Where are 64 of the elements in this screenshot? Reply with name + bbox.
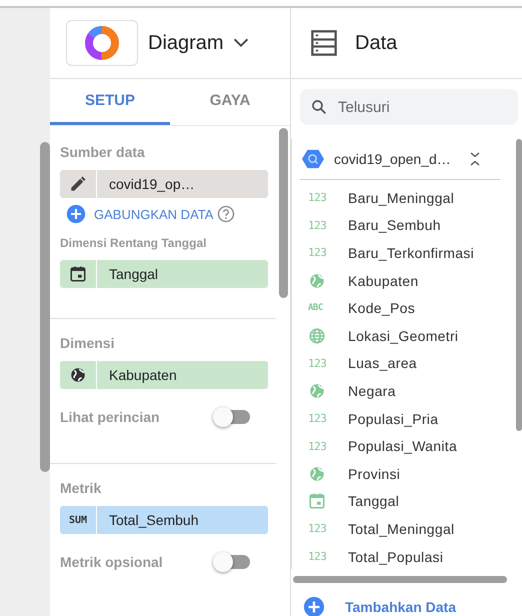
field-item[interactable]: ABC Kode_Pos bbox=[292, 294, 512, 322]
tab[interactable]: SETUP bbox=[50, 79, 170, 125]
pencil-icon bbox=[69, 175, 87, 193]
type-label: 123 bbox=[308, 412, 326, 426]
scrollbar[interactable] bbox=[279, 128, 288, 298]
type-label: 123 bbox=[308, 440, 326, 453]
field-item[interactable]: 123 Baru_Sembuh bbox=[292, 212, 512, 240]
globe-icon bbox=[308, 272, 326, 290]
toggle-switch[interactable] bbox=[216, 410, 250, 424]
scrollbar[interactable] bbox=[516, 139, 522, 431]
dimension-chip[interactable]: Tanggal bbox=[60, 260, 268, 288]
field-item[interactable]: 123 Luas_area bbox=[292, 350, 512, 378]
database-icon bbox=[309, 29, 339, 57]
field-item[interactable]: 123 Baru_Terkonfirmasi bbox=[292, 239, 512, 267]
dimension-chip[interactable]: Kabupaten bbox=[60, 361, 268, 389]
field-item[interactable]: 123 Populasi_Pria bbox=[292, 404, 512, 432]
panel-title: Data bbox=[355, 32, 398, 54]
field-item[interactable]: Tanggal bbox=[292, 488, 512, 516]
chart-type-button[interactable] bbox=[66, 20, 138, 66]
globe-icon bbox=[308, 326, 326, 345]
dataset-header[interactable]: covid19_open_d… bbox=[300, 139, 500, 180]
toggle-switch[interactable] bbox=[216, 555, 250, 569]
globe-icon bbox=[69, 366, 87, 384]
hexagon-search-icon bbox=[300, 148, 326, 170]
add-data-link[interactable]: Tambahkan Data bbox=[345, 599, 456, 615]
type-label: 123 bbox=[308, 246, 326, 260]
globe-icon bbox=[308, 464, 326, 483]
section-heading: Dimensi bbox=[60, 335, 116, 351]
toggle-label: Lihat perincian bbox=[60, 409, 160, 425]
scrollbar[interactable] bbox=[293, 576, 507, 583]
toggle-label: Metrik opsional bbox=[60, 554, 163, 570]
donut-chart-icon bbox=[82, 23, 122, 63]
data-source-chip[interactable]: covid19_op… bbox=[60, 170, 268, 198]
aggregation-label: SUM bbox=[68, 514, 88, 526]
type-label: 123 bbox=[308, 550, 326, 564]
field-item[interactable]: 123 Populasi_Wanita bbox=[292, 432, 512, 460]
help-icon bbox=[217, 205, 236, 223]
plus-icon bbox=[66, 204, 86, 224]
field-item[interactable]: 123 Baru_Meninggal bbox=[292, 184, 512, 212]
section-heading: Metrik bbox=[60, 480, 102, 496]
section-heading: Dimensi Rentang Tanggal bbox=[60, 236, 208, 250]
section-heading: Sumber data bbox=[60, 144, 146, 160]
metric-chip[interactable]: SUM Total_Sembuh bbox=[60, 506, 268, 534]
type-label: ABC bbox=[308, 303, 323, 314]
field-item[interactable]: Negara bbox=[292, 377, 512, 405]
chart-type-dropdown[interactable]: Diagram bbox=[148, 32, 252, 54]
calendar-icon bbox=[308, 492, 326, 510]
globe-icon bbox=[308, 382, 326, 400]
calendar-icon bbox=[69, 265, 87, 283]
type-label: 123 bbox=[308, 356, 326, 370]
plus-icon bbox=[303, 596, 325, 616]
search-field[interactable]: Telusuri bbox=[300, 89, 518, 125]
field-item[interactable]: Provinsi bbox=[292, 460, 512, 488]
field-item[interactable]: 123 Total_Populasi bbox=[292, 542, 512, 570]
search-icon bbox=[310, 98, 328, 116]
blend-data-link[interactable]: GABUNGKAN DATA bbox=[94, 206, 214, 222]
field-item[interactable]: Lokasi_Geometri bbox=[292, 322, 512, 350]
type-label: 123 bbox=[308, 191, 326, 204]
scrollbar[interactable] bbox=[40, 142, 50, 472]
field-item[interactable]: 123 Total_Meninggal bbox=[292, 515, 512, 543]
tab[interactable]: GAYA bbox=[170, 79, 290, 125]
field-item[interactable]: Kabupaten bbox=[292, 266, 512, 294]
type-label: 123 bbox=[308, 522, 326, 536]
type-label: 123 bbox=[308, 218, 326, 232]
